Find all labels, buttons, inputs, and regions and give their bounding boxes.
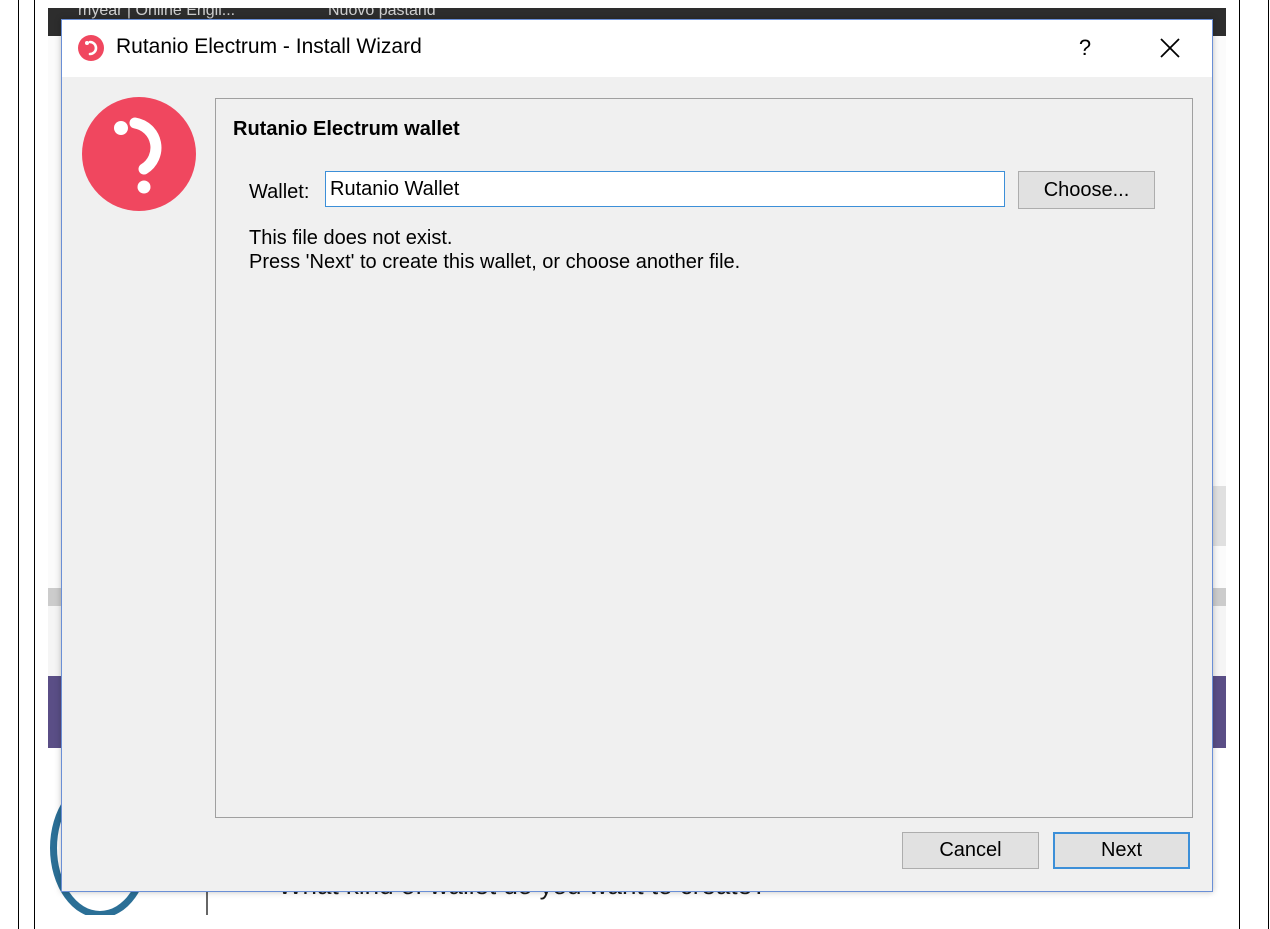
wallet-name-input[interactable]	[325, 171, 1005, 207]
close-icon[interactable]	[1152, 30, 1188, 66]
next-button[interactable]: Next	[1053, 832, 1190, 869]
file-status-message: This file does not exist.	[249, 227, 453, 249]
wallet-label: Wallet:	[249, 181, 310, 203]
frame-right-line	[1268, 0, 1269, 929]
window-title: Rutanio Electrum - Install Wizard	[116, 35, 422, 58]
frame-right-inner-line	[1239, 0, 1240, 929]
frame-left-inner-line	[34, 0, 35, 929]
help-button[interactable]: ?	[1067, 30, 1103, 66]
wizard-panel: Rutanio Electrum wallet Wallet: Choose..…	[215, 98, 1193, 818]
rutanio-logo	[82, 97, 196, 211]
title-bar[interactable]: Rutanio Electrum - Install Wizard ?	[62, 20, 1212, 77]
panel-heading: Rutanio Electrum wallet	[233, 118, 460, 140]
file-instruction-message: Press 'Next' to create this wallet, or c…	[249, 251, 741, 273]
frame-left-line	[18, 0, 19, 929]
cancel-button[interactable]: Cancel	[902, 832, 1039, 869]
rutanio-app-icon	[78, 35, 104, 61]
install-wizard-dialog: Rutanio Electrum - Install Wizard ? Ruta…	[61, 19, 1213, 892]
choose-file-button[interactable]: Choose...	[1018, 171, 1155, 209]
